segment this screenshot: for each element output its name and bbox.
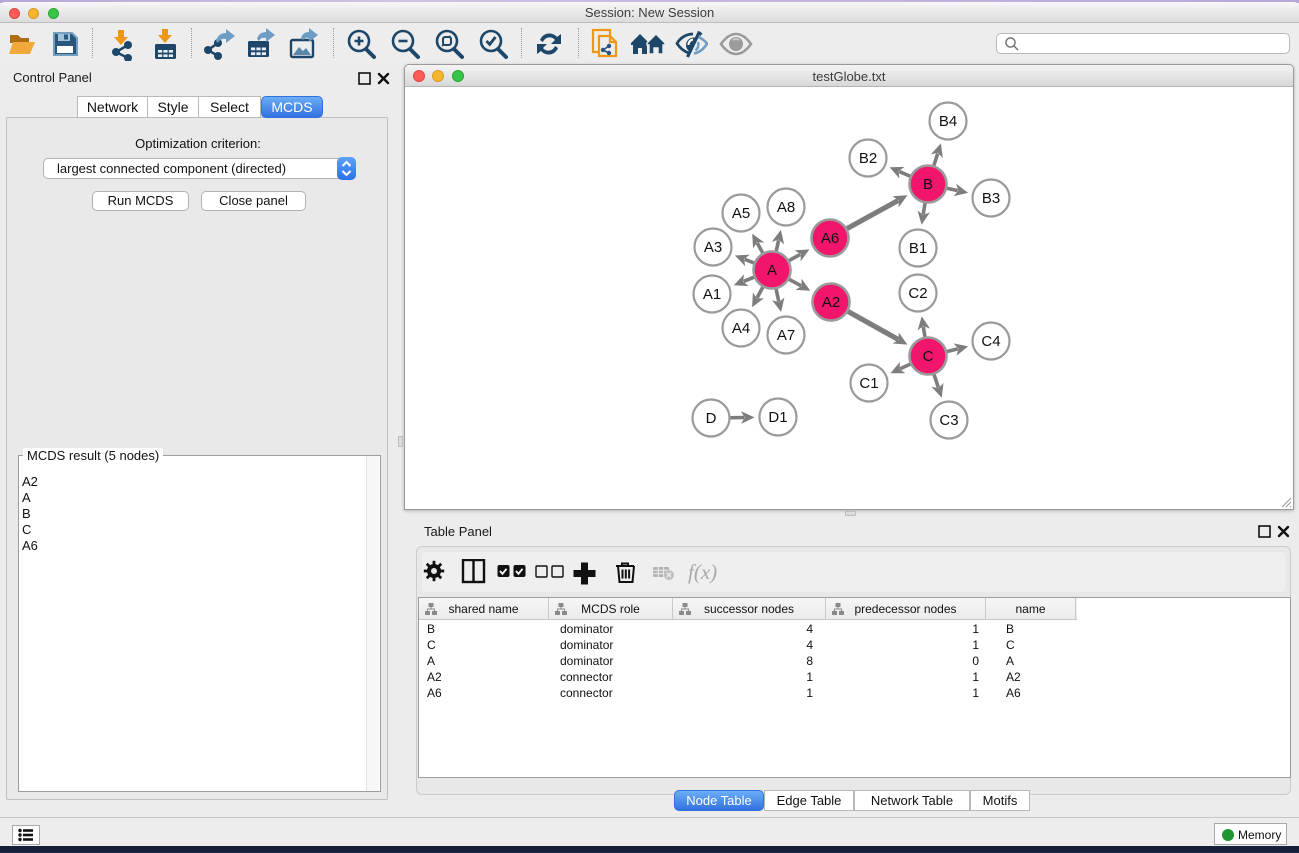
svg-text:f(x): f(x): [688, 560, 717, 584]
svg-text:A7: A7: [777, 327, 795, 344]
svg-text:A2: A2: [822, 294, 840, 311]
svg-text:A: A: [767, 262, 777, 279]
svg-text:A8: A8: [777, 199, 795, 216]
svg-text:D1: D1: [768, 409, 787, 426]
svg-text:C1: C1: [859, 375, 878, 392]
svg-text:A1: A1: [703, 286, 721, 303]
svg-text:C2: C2: [908, 285, 927, 302]
svg-text:B2: B2: [859, 150, 877, 167]
svg-text:A3: A3: [704, 239, 722, 256]
svg-text:C4: C4: [981, 333, 1000, 350]
svg-text:A4: A4: [732, 320, 750, 337]
svg-text:B: B: [923, 176, 933, 193]
svg-text:B1: B1: [909, 240, 927, 257]
svg-text:B3: B3: [982, 190, 1000, 207]
svg-text:A5: A5: [732, 205, 750, 222]
svg-text:C: C: [923, 348, 934, 365]
svg-text:C3: C3: [939, 412, 958, 429]
svg-text:D: D: [706, 410, 717, 427]
svg-text:A6: A6: [821, 230, 839, 247]
svg-text:B4: B4: [939, 113, 957, 130]
